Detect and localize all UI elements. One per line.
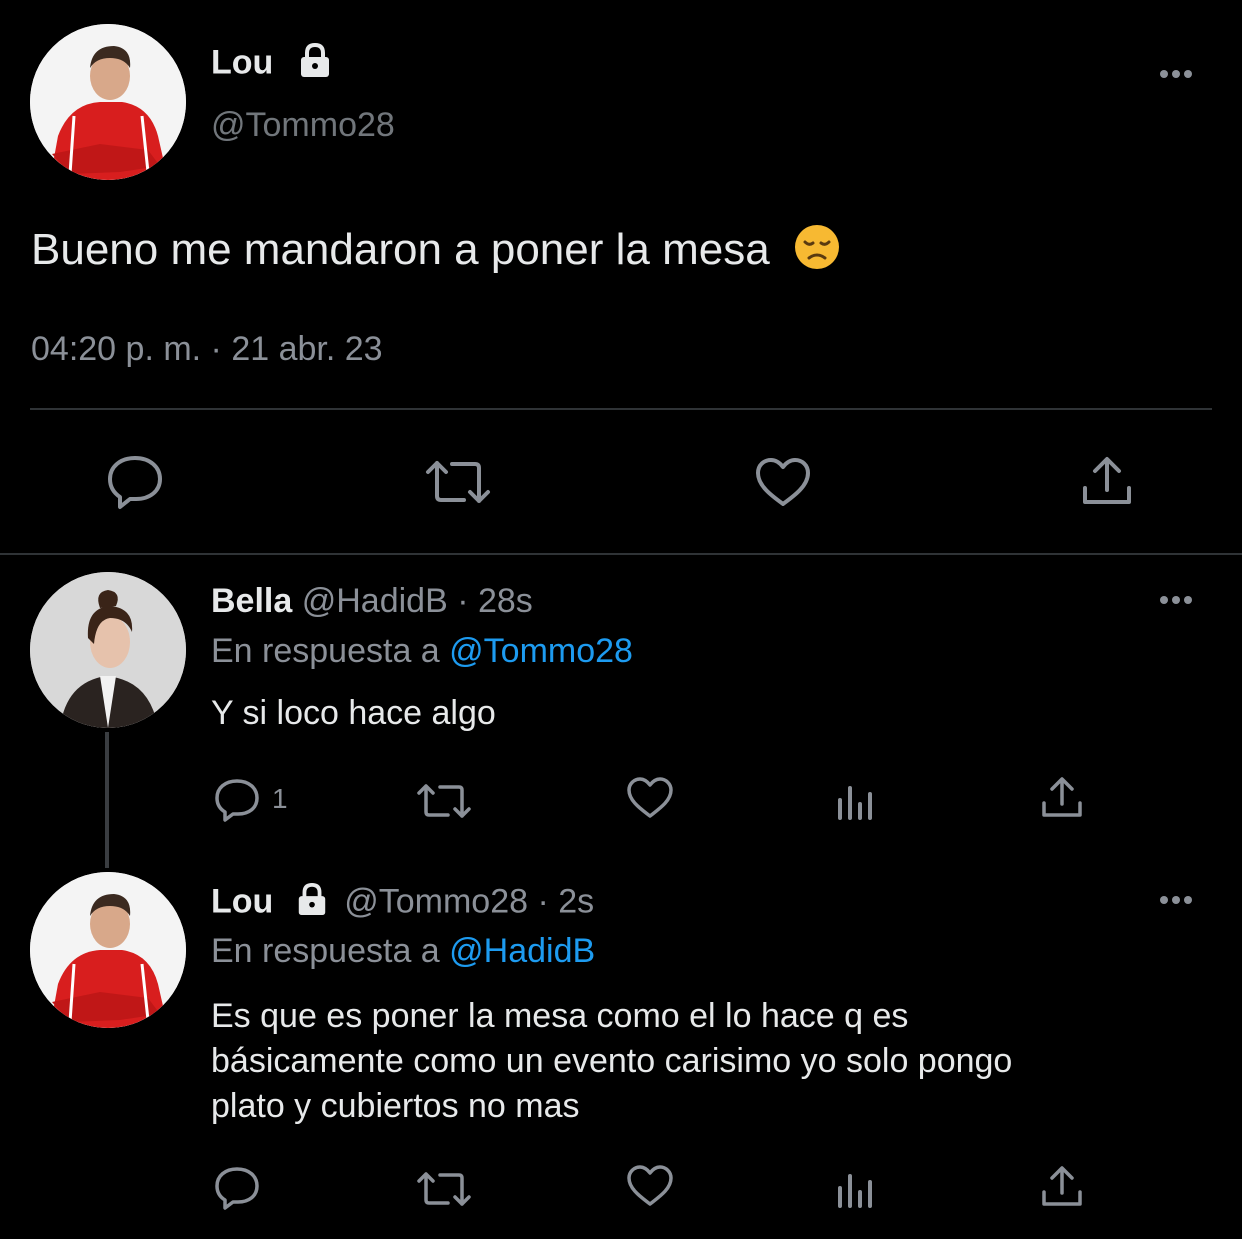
- like-icon[interactable]: [626, 1164, 674, 1208]
- tweet-text: Bueno me mandaron a poner la mesa: [31, 225, 770, 274]
- display-name-text[interactable]: Lou: [211, 882, 273, 920]
- like-icon[interactable]: [626, 776, 674, 820]
- avatar-lou[interactable]: [30, 872, 186, 1028]
- more-options-icon[interactable]: [1160, 596, 1192, 604]
- lock-icon: [295, 882, 329, 925]
- share-icon[interactable]: [1040, 775, 1084, 819]
- analytics-icon[interactable]: [836, 782, 876, 820]
- tweet-text-line: Es que es poner la mesa como el lo hace …: [211, 997, 909, 1035]
- handle-text[interactable]: @HadidB: [302, 582, 448, 620]
- reply1-replying-to: En respuesta a @Tommo28: [211, 632, 633, 671]
- reply-count: 1: [272, 783, 288, 814]
- share-icon[interactable]: [1080, 454, 1134, 508]
- tweet-text-line: plato y cubiertos no mas: [211, 1087, 580, 1125]
- more-options-icon[interactable]: [1160, 896, 1192, 904]
- analytics-icon[interactable]: [836, 1170, 876, 1208]
- share-icon[interactable]: [1040, 1164, 1084, 1208]
- tweet-text-line: básicamente como un evento carisimo yo s…: [211, 1042, 1013, 1080]
- retweet-icon[interactable]: [416, 1169, 472, 1209]
- handle-text[interactable]: @Tommo28: [344, 882, 528, 920]
- lock-icon: [297, 42, 333, 87]
- reply2-header: Lou @Tommo28 · 2s: [211, 882, 594, 925]
- divider: [30, 408, 1212, 410]
- retweet-icon[interactable]: [416, 781, 472, 821]
- section-divider: [0, 553, 1242, 555]
- reply1-text: Y si loco hace algo: [211, 694, 496, 732]
- main-handle[interactable]: @Tommo28: [211, 106, 395, 145]
- mention-link[interactable]: @Tommo28: [449, 632, 633, 670]
- reply-icon[interactable]: [214, 1166, 260, 1210]
- more-options-icon[interactable]: [1160, 70, 1192, 78]
- time-text[interactable]: · 2s: [537, 882, 594, 920]
- reply-icon[interactable]: [214, 778, 260, 822]
- reply-prefix: En respuesta a: [211, 932, 440, 970]
- main-timestamp[interactable]: 04:20 p. m. · 21 abr. 23: [31, 330, 383, 369]
- avatar-bella[interactable]: [30, 572, 186, 728]
- reply2-replying-to: En respuesta a @HadidB: [211, 932, 595, 971]
- reply-prefix: En respuesta a: [211, 632, 440, 670]
- avatar-lou[interactable]: [30, 24, 186, 180]
- reply2-text: Es que es poner la mesa como el lo hace …: [211, 994, 1012, 1129]
- thread-line: [105, 732, 109, 868]
- mention-link[interactable]: @HadidB: [449, 932, 595, 970]
- main-display-name[interactable]: Lou: [211, 42, 333, 87]
- retweet-icon[interactable]: [424, 458, 492, 506]
- time-text[interactable]: · 28s: [457, 582, 533, 620]
- main-tweet-text: Bueno me mandaron a poner la mesa: [31, 224, 840, 281]
- display-name-text: Lou: [211, 43, 274, 82]
- like-icon[interactable]: [754, 456, 812, 508]
- disappointed-face-emoji: [794, 224, 840, 281]
- display-name-text[interactable]: Bella: [211, 582, 292, 620]
- reply1-header: Bella @HadidB · 28s: [211, 582, 533, 621]
- reply-icon[interactable]: [106, 454, 164, 510]
